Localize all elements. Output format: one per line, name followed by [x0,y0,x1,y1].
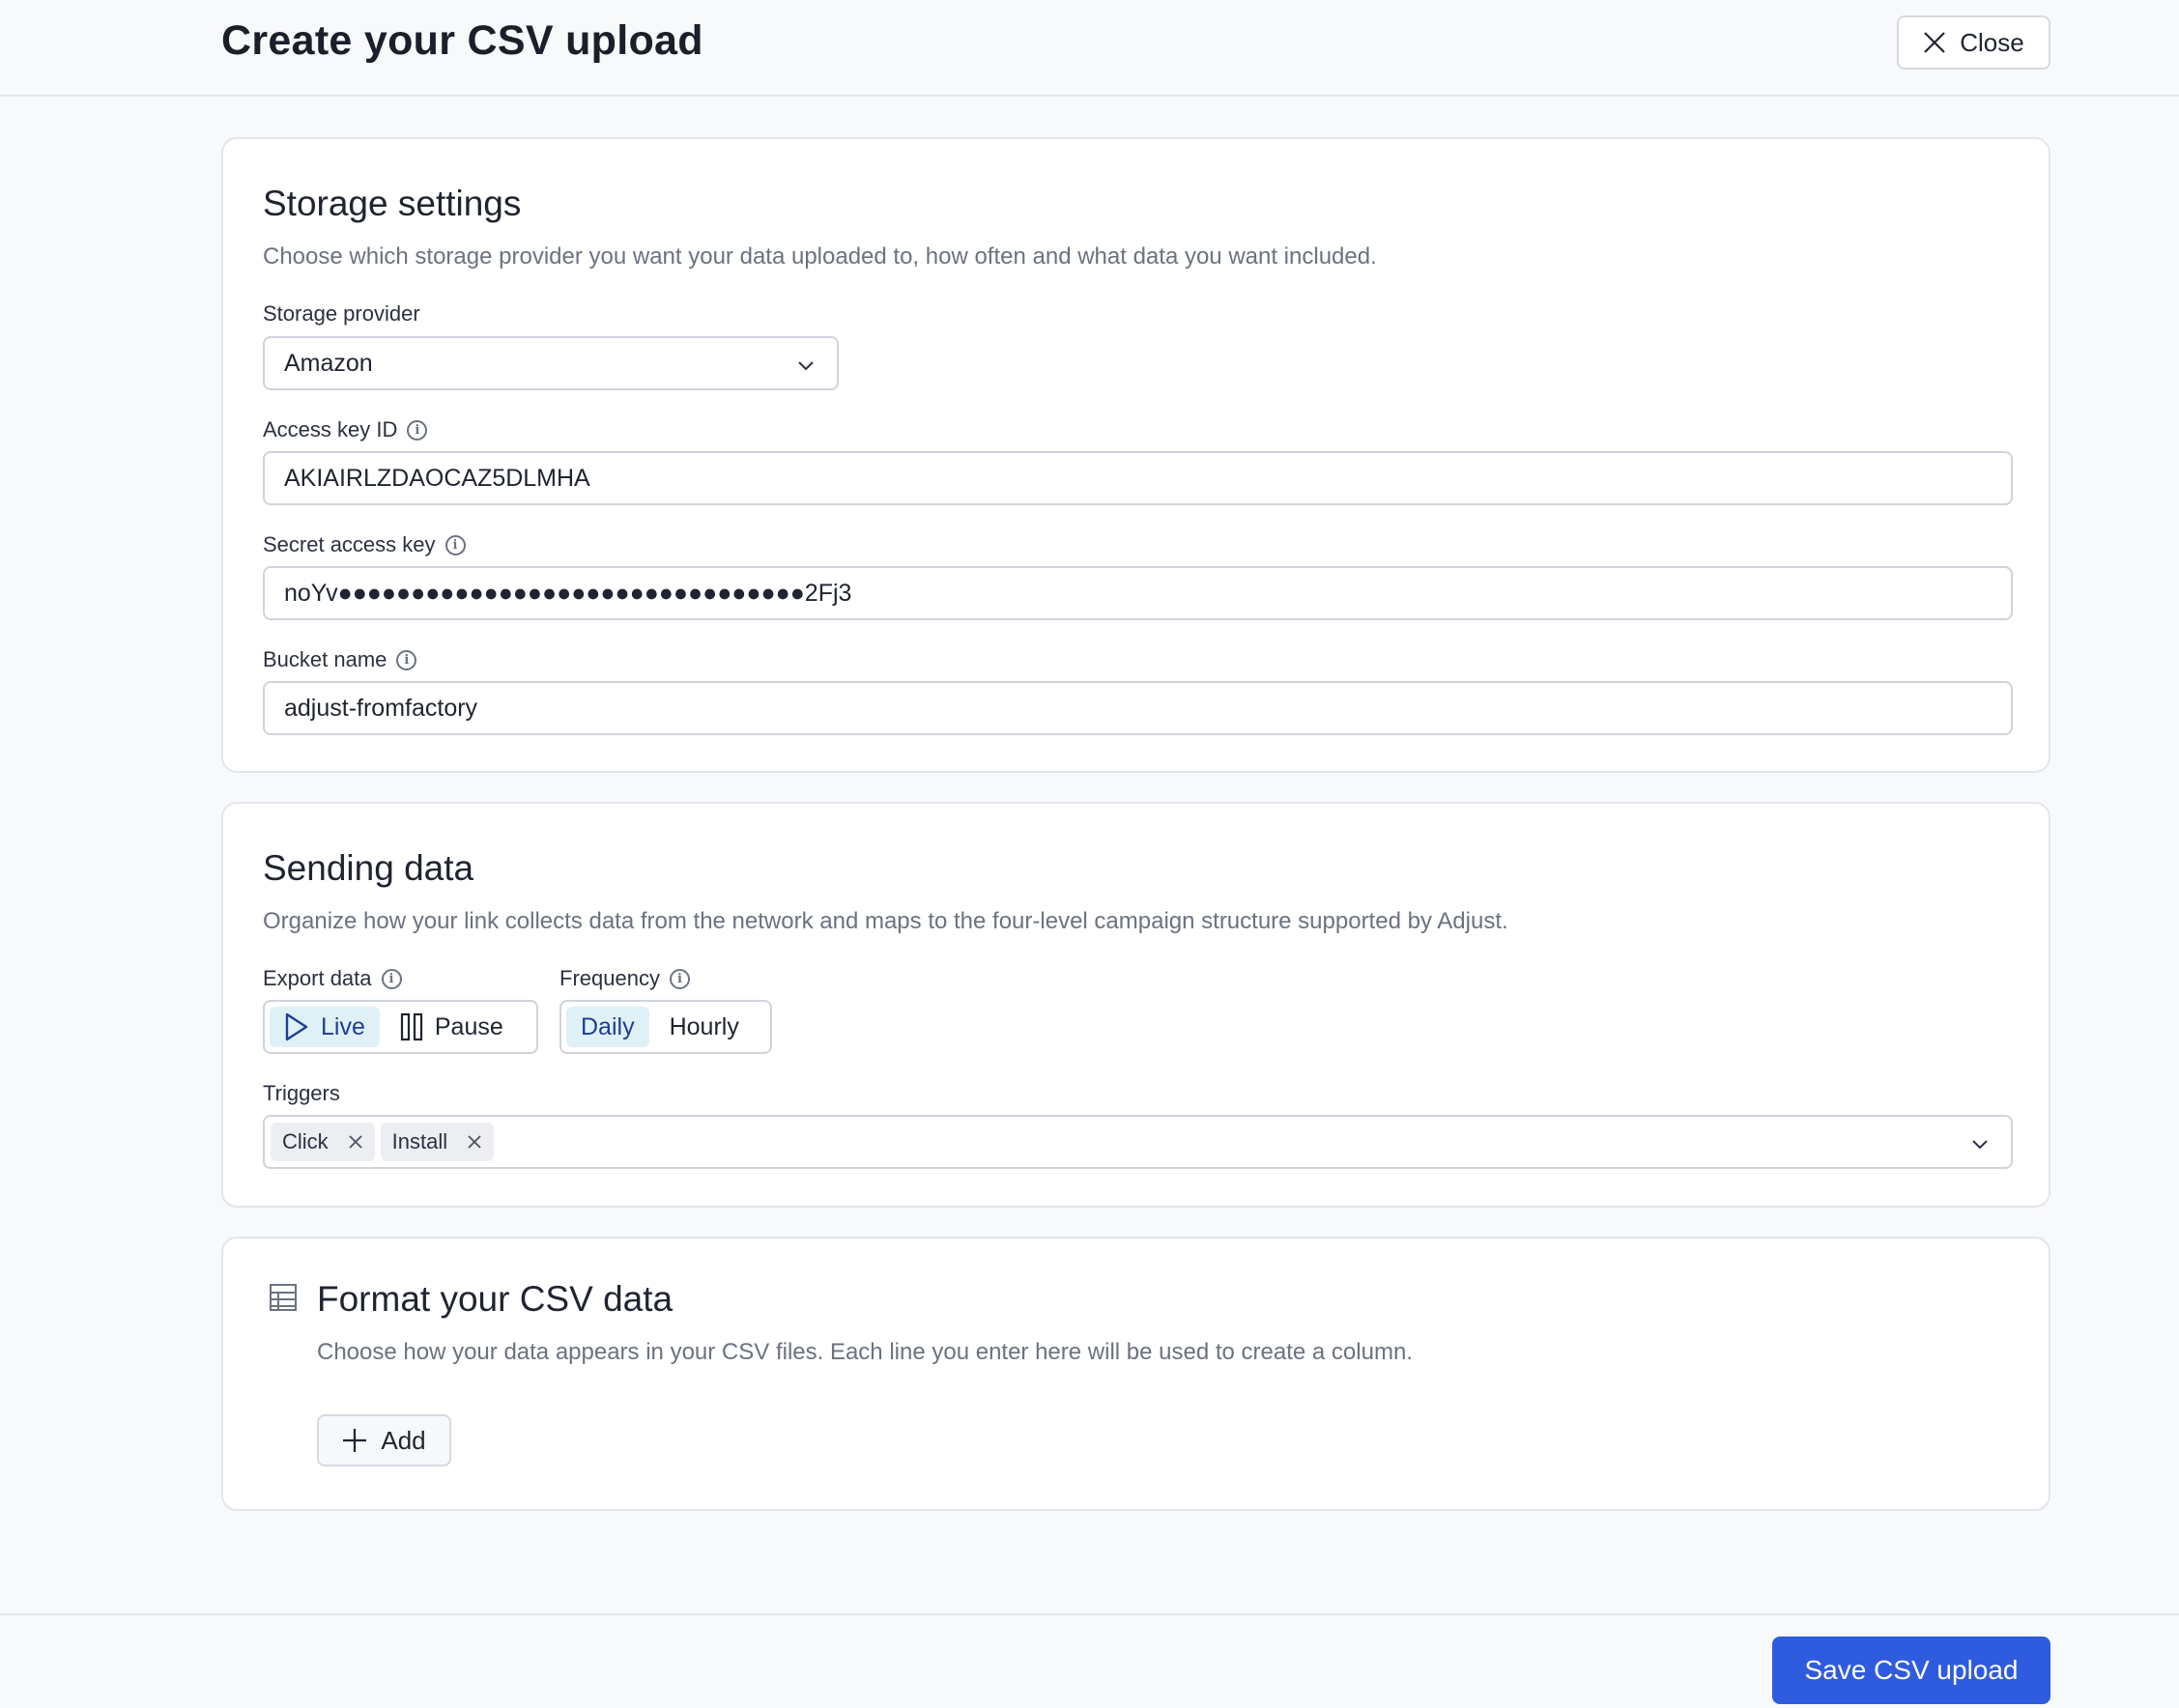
access-key-value: AKIAIRLZDAOCAZ5DLMHA [284,464,590,492]
triggers-multiselect[interactable]: Click Install [263,1115,2013,1169]
close-button-label: Close [1960,27,2024,57]
bucket-name-input[interactable]: adjust-fromfactory [263,681,2013,735]
page-title: Create your CSV upload [221,17,703,64]
page-header: Create your CSV upload Close [0,0,2179,97]
export-pause-option[interactable]: Pause [386,1007,518,1047]
info-icon[interactable]: i [444,534,466,555]
storage-provider-label: Storage provider [263,301,420,326]
trigger-chip-install: Install [380,1123,495,1161]
secret-key-value: noYv●●●●●●●●●●●●●●●●●●●●●●●●●●●●●●●●2Fj3 [284,579,852,607]
access-key-label: Access key ID i [263,417,428,442]
chevron-down-icon [798,361,814,371]
info-icon[interactable]: i [381,968,402,989]
storage-provider-select[interactable]: Amazon [263,336,839,390]
add-column-button[interactable]: Add [317,1414,451,1466]
frequency-hourly-option[interactable]: Hourly [655,1007,754,1047]
access-key-input[interactable]: AKIAIRLZDAOCAZ5DLMHA [263,451,2013,505]
bucket-name-label: Bucket name i [263,647,417,672]
frequency-daily-option[interactable]: Daily [566,1007,649,1047]
frequency-label: Frequency i [559,966,690,991]
format-csv-card: Format your CSV data Choose how your dat… [221,1237,2050,1511]
bucket-name-value: adjust-fromfactory [284,694,478,722]
frequency-toggle: Daily Hourly [559,1000,772,1054]
triggers-label: Triggers [263,1081,340,1105]
info-icon[interactable]: i [396,649,417,670]
secret-key-label: Secret access key i [263,532,466,557]
plus-icon [343,1429,367,1452]
page-footer: Save CSV upload [0,1613,2179,1708]
info-icon[interactable]: i [407,419,428,441]
close-icon[interactable] [348,1134,363,1150]
format-csv-title: Format your CSV data [317,1279,674,1319]
trigger-chip-click: Click [271,1123,375,1161]
info-icon[interactable]: i [669,968,690,989]
sending-data-description: Organize how your link collects data fro… [263,908,1508,934]
sending-data-card: Sending data Organize how your link coll… [221,802,2050,1208]
table-icon [270,1284,297,1311]
storage-provider-value: Amazon [284,349,373,377]
export-live-option[interactable]: Live [270,1007,380,1047]
close-button[interactable]: Close [1897,15,2050,70]
secret-key-input[interactable]: noYv●●●●●●●●●●●●●●●●●●●●●●●●●●●●●●●●2Fj3 [263,566,2013,620]
close-icon[interactable] [467,1134,482,1150]
storage-settings-title: Storage settings [263,184,522,223]
storage-settings-description: Choose which storage provider you want y… [263,243,1377,270]
close-icon [1924,32,1946,53]
format-csv-description: Choose how your data appears in your CSV… [317,1339,1413,1365]
export-data-toggle: Live Pause [263,1000,538,1054]
pause-icon [400,1012,422,1041]
sending-data-title: Sending data [263,848,474,888]
storage-settings-card: Storage settings Choose which storage pr… [221,137,2050,773]
chevron-down-icon[interactable] [1970,1134,1990,1153]
play-icon [285,1012,308,1041]
export-data-label: Export data i [263,966,402,991]
save-csv-upload-button[interactable]: Save CSV upload [1772,1637,2050,1704]
